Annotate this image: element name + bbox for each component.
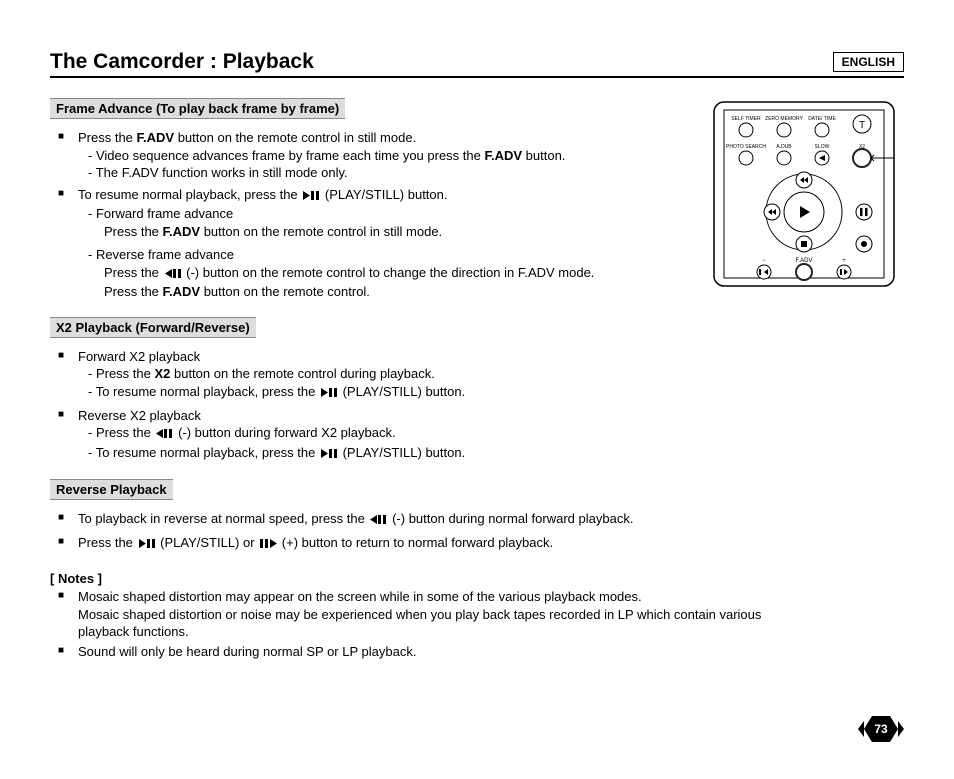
- text: (-) button during forward X2 playback.: [174, 425, 395, 440]
- text: Press the: [104, 284, 163, 299]
- text: Forward X2 playback: [78, 349, 200, 364]
- text: - The F.ADV function works in still mode…: [78, 164, 690, 182]
- svg-text:T: T: [859, 120, 865, 131]
- list-item: Press the (PLAY/STILL) or (+) button to …: [50, 534, 870, 554]
- text: (-) button during normal forward playbac…: [388, 511, 633, 526]
- text: (-) button on the remote control to chan…: [183, 265, 595, 280]
- label-photo-search: PHOTO SEARCH: [726, 144, 766, 150]
- label-zero-memory: ZERO MEMORY: [765, 116, 803, 122]
- remote-illustration: SELF TIMER ZERO MEMORY DATE/ TIME T PHOT…: [704, 94, 904, 297]
- page-title: The Camcorder : Playback: [50, 50, 904, 74]
- reverse-list: To playback in reverse at normal speed, …: [50, 510, 870, 553]
- label-a-dub: A.DUB: [776, 144, 792, 150]
- list-item: To playback in reverse at normal speed, …: [50, 510, 870, 530]
- text-bold: F.ADV: [137, 130, 175, 145]
- list-item: Forward X2 playback - Press the X2 butto…: [50, 348, 690, 403]
- label-self-timer: SELF TIMER: [731, 116, 761, 122]
- list-item: Mosaic shaped distortion may appear on t…: [50, 588, 810, 641]
- text: (PLAY/STILL) or: [157, 535, 259, 550]
- text: button on the remote control in still mo…: [200, 224, 442, 239]
- text: (PLAY/STILL) button.: [321, 187, 447, 202]
- text: - Video sequence advances frame by frame…: [88, 148, 484, 163]
- section-reverse-label: Reverse Playback: [50, 479, 173, 500]
- text-bold: F.ADV: [484, 148, 522, 163]
- btn-pause: [856, 204, 872, 220]
- text: - Press the: [88, 425, 154, 440]
- text: Press the: [78, 535, 137, 550]
- list-item: Reverse X2 playback - Press the (-) butt…: [50, 407, 690, 464]
- btn-x2: [853, 149, 871, 167]
- text: (PLAY/STILL) button.: [339, 384, 465, 399]
- section-frame-advance-label: Frame Advance (To play back frame by fra…: [50, 98, 345, 119]
- label-date-time: DATE/ TIME: [808, 116, 836, 122]
- text: - Reverse frame advance: [78, 246, 690, 264]
- text: button on the remote control in still mo…: [174, 130, 416, 145]
- text: button on the remote control during play…: [170, 366, 435, 381]
- frame-advance-list: Press the F.ADV button on the remote con…: [50, 129, 690, 301]
- text: Press the: [104, 224, 163, 239]
- section-x2-label: X2 Playback (Forward/Reverse): [50, 317, 256, 338]
- x2-list: Forward X2 playback - Press the X2 butto…: [50, 348, 690, 463]
- text: Reverse X2 playback: [78, 408, 201, 423]
- text: To playback in reverse at normal speed, …: [78, 511, 368, 526]
- text: - To resume normal playback, press the: [88, 384, 319, 399]
- text: Sound will only be heard during normal S…: [78, 644, 416, 659]
- text: - Forward frame advance: [78, 205, 690, 223]
- play-pause-icon: [320, 385, 338, 403]
- rev-pause-icon: [164, 266, 182, 284]
- text: - To resume normal playback, press the: [88, 445, 319, 460]
- text: - Press the: [88, 366, 154, 381]
- rev-pause-icon: [155, 426, 173, 444]
- text: Mosaic shaped distortion or noise may be…: [78, 607, 761, 640]
- text: Press the: [78, 130, 137, 145]
- text: (PLAY/STILL) button.: [339, 445, 465, 460]
- text: Mosaic shaped distortion may appear on t…: [78, 589, 642, 604]
- notes-list: Mosaic shaped distortion may appear on t…: [50, 588, 810, 660]
- list-item: To resume normal playback, press the (PL…: [50, 186, 690, 301]
- list-item: Sound will only be heard during normal S…: [50, 643, 810, 661]
- pause-fwd-icon: [259, 536, 277, 554]
- btn-a-dub: [777, 151, 791, 165]
- btn-date-time: [815, 123, 829, 137]
- rev-pause-icon: [369, 512, 387, 530]
- btn-zero-memory: [777, 123, 791, 137]
- text: button.: [522, 148, 565, 163]
- page-number: 73: [874, 722, 888, 736]
- text: To resume normal playback, press the: [78, 187, 301, 202]
- btn-fadv: [796, 264, 812, 280]
- language-badge: ENGLISH: [833, 52, 904, 72]
- text: button on the remote control.: [200, 284, 370, 299]
- page-number-badge: 73: [858, 712, 904, 749]
- play-pause-icon: [138, 536, 156, 554]
- text-bold: F.ADV: [163, 224, 201, 239]
- title-divider: The Camcorder : Playback: [50, 50, 904, 78]
- label-slow: SLOW: [815, 144, 830, 150]
- text-bold: X2: [154, 366, 170, 381]
- text: (+) button to return to normal forward p…: [278, 535, 553, 550]
- svg-text:−: −: [762, 258, 766, 264]
- text: Press the: [104, 265, 163, 280]
- btn-self-timer: [739, 123, 753, 137]
- svg-text:+: +: [842, 258, 846, 264]
- play-pause-icon: [320, 446, 338, 464]
- list-item: Press the F.ADV button on the remote con…: [50, 129, 690, 182]
- btn-photo-search: [739, 151, 753, 165]
- text-bold: F.ADV: [163, 284, 201, 299]
- notes-header: [ Notes ]: [50, 571, 904, 586]
- play-pause-icon: [302, 188, 320, 206]
